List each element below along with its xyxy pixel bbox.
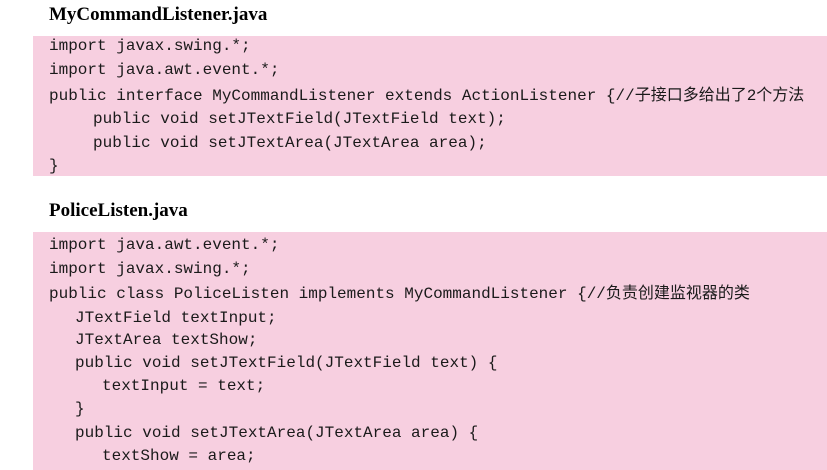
- code-block-policelisten: import java.awt.event.*; import javax.sw…: [33, 232, 827, 470]
- code-block-mycommandlistener: import javax.swing.*; import java.awt.ev…: [33, 36, 827, 176]
- code-line: }: [75, 400, 85, 418]
- code-line: import java.awt.event.*;: [49, 61, 280, 79]
- code-line: public interface MyCommandListener exten…: [49, 87, 805, 105]
- file-title-policelisten: PoliceListen.java: [49, 200, 188, 221]
- code-line: textShow = area;: [102, 447, 256, 465]
- code-line: JTextArea textShow;: [75, 331, 258, 349]
- code-line: }: [49, 157, 59, 175]
- file-title-mycommandlistener: MyCommandListener.java: [49, 4, 268, 25]
- code-line: public void setJTextArea(JTextArea area)…: [93, 134, 487, 152]
- code-line: import javax.swing.*;: [49, 260, 251, 278]
- code-line: public void setJTextField(JTextField tex…: [75, 354, 498, 372]
- code-line: public void setJTextField(JTextField tex…: [93, 110, 506, 128]
- code-line: import java.awt.event.*;: [49, 236, 280, 254]
- code-line: public void setJTextArea(JTextArea area)…: [75, 424, 479, 442]
- code-line: import javax.swing.*;: [49, 37, 251, 55]
- code-line: textInput = text;: [102, 377, 266, 395]
- code-line: public class PoliceListen implements MyC…: [49, 285, 750, 303]
- code-line: JTextField textInput;: [75, 309, 277, 327]
